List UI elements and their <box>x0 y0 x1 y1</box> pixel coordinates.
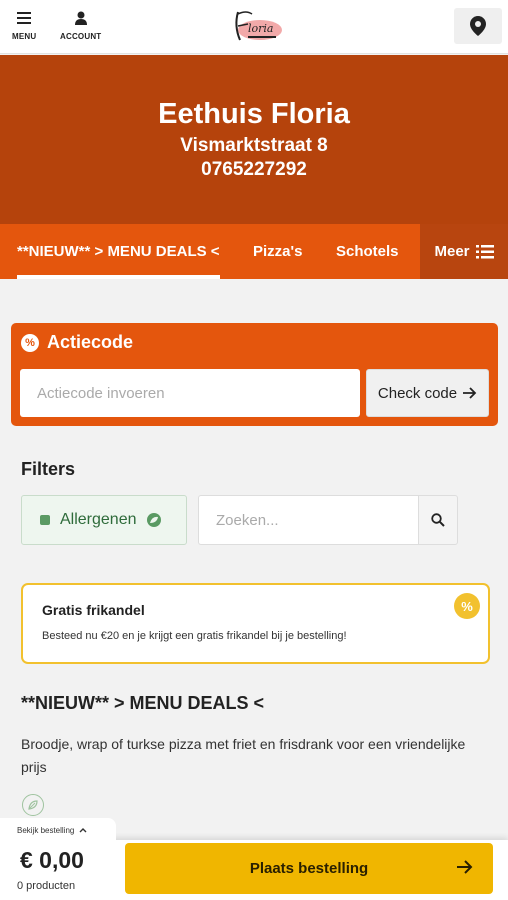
search-icon <box>431 513 445 527</box>
location-button[interactable] <box>454 8 502 44</box>
hamburger-icon <box>17 8 32 28</box>
account-button[interactable]: ACCOUNT <box>60 8 101 41</box>
promo-title: % Actiecode <box>21 332 133 353</box>
svg-text:loria: loria <box>248 22 273 35</box>
promo-code-input[interactable] <box>20 369 360 417</box>
restaurant-name: Eethuis Floria <box>158 98 350 130</box>
account-label: ACCOUNT <box>60 32 102 41</box>
menu-label: MENU <box>12 32 37 41</box>
offer-card: Gratis frikandel Besteed nu €20 en je kr… <box>21 583 490 664</box>
restaurant-address: Vismarktstraat 8 <box>180 135 328 156</box>
menu-button[interactable]: MENU <box>12 8 36 41</box>
list-icon <box>475 244 494 258</box>
category-nav: **NIEUW** > MENU DEALS < Pizza's Schotel… <box>0 224 508 279</box>
view-order-label: Bekijk bestelling <box>17 825 75 835</box>
check-code-label: Check code <box>377 384 458 402</box>
restaurant-logo[interactable]: loria <box>226 6 286 46</box>
promo-title-label: Actiecode <box>47 332 134 352</box>
leaf-icon <box>146 513 161 527</box>
cart-product-count: 0 producten <box>17 880 76 892</box>
check-code-button[interactable]: Check code <box>366 369 489 417</box>
percent-icon: % <box>21 333 39 352</box>
filters-heading: Filters <box>21 459 76 479</box>
restaurant-header: Eethuis Floria Vismarktstraat 8 07652272… <box>0 55 508 224</box>
tab-pizzas[interactable]: Pizza's <box>253 224 302 279</box>
more-categories-button[interactable]: Meer <box>420 224 508 279</box>
arrow-right-icon <box>457 860 473 874</box>
tab-menu-deals[interactable]: **NIEUW** > MENU DEALS < <box>17 224 220 279</box>
user-icon <box>74 8 87 28</box>
percent-badge-icon: % <box>454 593 480 619</box>
more-label: Meer <box>434 243 470 260</box>
place-order-label: Plaats bestelling <box>249 860 369 877</box>
arrow-right-icon <box>463 387 477 399</box>
offer-description: Besteed nu €20 en je krijgt een gratis f… <box>42 630 347 642</box>
allergen-dot-icon <box>40 515 50 525</box>
chevron-up-icon <box>79 828 87 833</box>
place-order-button[interactable]: Plaats bestelling <box>125 843 493 894</box>
top-bar: MENU ACCOUNT loria <box>0 0 508 54</box>
cart-total: € 0,00 <box>20 847 84 873</box>
view-order-toggle[interactable]: Bekijk bestelling <box>0 818 116 842</box>
promo-code-card: % Actiecode Check code <box>11 323 498 426</box>
map-pin-icon <box>470 16 486 36</box>
section-title: **NIEUW** > MENU DEALS < <box>21 693 265 713</box>
vegetarian-icon <box>22 794 44 816</box>
search-input[interactable] <box>198 495 419 545</box>
search-button[interactable] <box>418 495 458 545</box>
restaurant-phone[interactable]: 0765227292 <box>0 159 508 181</box>
section-description: Broodje, wrap of turkse pizza met friet … <box>21 736 466 775</box>
allergen-filter-button[interactable]: Allergenen <box>21 495 187 545</box>
offer-title: Gratis frikandel <box>42 602 145 618</box>
allergen-label: Allergenen <box>60 511 137 528</box>
tab-schotels[interactable]: Schotels <box>336 224 399 279</box>
